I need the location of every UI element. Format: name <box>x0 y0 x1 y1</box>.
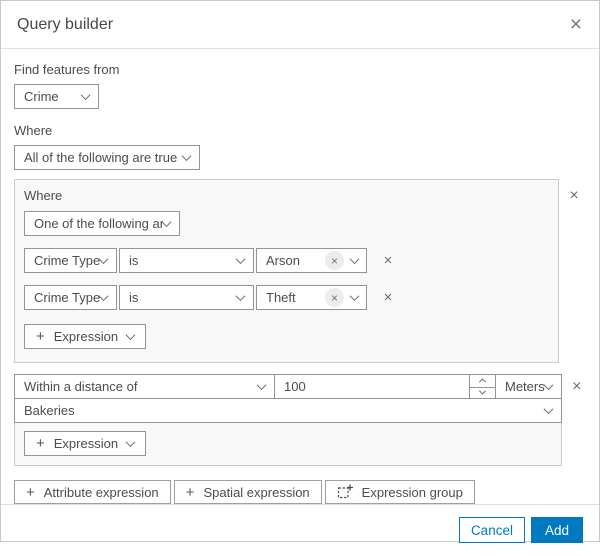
add-expression-label: Expression <box>53 329 119 344</box>
value-select-value: Arson <box>266 253 300 268</box>
remove-expression-icon[interactable]: × <box>374 285 402 310</box>
expression-row-1: Crime Type is Arson × × <box>24 248 549 273</box>
target-layer-row: Bakeries <box>14 398 562 423</box>
query-builder-dialog: Query builder × Find features from Crime… <box>0 0 600 543</box>
add-attribute-expression-button[interactable]: + Attribute expression <box>14 480 171 504</box>
chevron-down-icon <box>235 291 246 302</box>
where-label: Where <box>14 123 53 138</box>
remove-group-icon[interactable]: × <box>559 183 589 208</box>
operator-select[interactable]: is <box>119 285 254 310</box>
combine-operator-select[interactable]: All of the following are true <box>14 145 200 170</box>
value-select[interactable]: Arson × <box>256 248 367 273</box>
plus-icon: + <box>36 328 45 345</box>
expression-actions: + Attribute expression + Spatial express… <box>14 480 589 504</box>
distance-input[interactable] <box>274 374 470 399</box>
expression-group-label: Expression group <box>361 484 463 500</box>
chevron-down-icon <box>349 291 360 302</box>
dialog-body: Find features from Crime Where All of th… <box>1 49 599 504</box>
plus-icon: + <box>26 483 35 501</box>
operator-select[interactable]: is <box>119 248 254 273</box>
plus-icon: + <box>36 435 45 452</box>
chevron-down-icon <box>543 404 554 415</box>
expression-group-icon <box>337 484 353 499</box>
field-select[interactable]: Crime Type <box>24 285 117 310</box>
chevron-down-icon <box>125 437 136 448</box>
chevron-down-icon <box>80 90 91 101</box>
expression-group-1: Where One of the following are tr… Crime… <box>14 179 559 363</box>
field-select-value: Crime Type <box>34 290 100 305</box>
plus-icon: + <box>185 483 195 501</box>
close-icon[interactable]: × <box>570 14 582 35</box>
chevron-up-icon <box>478 378 487 386</box>
spatial-operator-select[interactable]: Within a distance of <box>14 374 275 399</box>
expression-group-2: Within a distance of 100 Meters Bakeries… <box>14 374 562 466</box>
unit-select-value: Meters <box>505 379 545 394</box>
clear-value-icon[interactable]: × <box>325 251 344 270</box>
expression-group-2-row: Within a distance of 100 Meters Bakeries… <box>14 374 589 466</box>
chevron-down-icon <box>161 217 172 228</box>
layer-select-value: Crime <box>24 89 59 104</box>
operator-select-value: is <box>129 290 139 305</box>
unit-select[interactable]: Meters <box>495 374 562 399</box>
dialog-title: Query builder <box>17 15 114 33</box>
target-layer-value: Bakeries <box>24 403 75 418</box>
expression-row-2: Crime Type is Theft × × <box>24 285 549 310</box>
chevron-down-icon <box>125 330 136 341</box>
add-expression-label: Expression <box>53 436 119 451</box>
operator-select-value: is <box>129 253 139 268</box>
dialog-header: Query builder × <box>1 1 599 49</box>
add-expression-group-button[interactable]: Expression group <box>324 480 475 504</box>
dialog-footer: Cancel Add <box>1 504 599 556</box>
spatial-expression-label: Spatial expression <box>203 484 310 500</box>
spatial-operator-value: Within a distance of <box>24 379 138 394</box>
add-expression-button[interactable]: + Expression <box>24 431 147 456</box>
group-where-label: Where <box>24 188 63 203</box>
chevron-down-icon <box>349 254 360 265</box>
spatial-expression-row: Within a distance of 100 Meters <box>14 374 562 399</box>
chevron-down-icon <box>235 254 246 265</box>
field-select[interactable]: Crime Type <box>24 248 117 273</box>
add-button[interactable]: Add <box>530 517 583 543</box>
remove-group-icon[interactable]: × <box>562 374 592 399</box>
chevron-down-icon <box>478 387 487 395</box>
group-operator-value: One of the following are tr… <box>34 216 163 231</box>
attribute-expression-label: Attribute expression <box>43 484 159 500</box>
stepper-down-button[interactable] <box>470 386 495 399</box>
field-select-value: Crime Type <box>34 253 100 268</box>
group-operator-select[interactable]: One of the following are tr… <box>24 211 180 236</box>
chevron-down-icon <box>98 254 109 265</box>
add-spatial-expression-button[interactable]: + Spatial expression <box>173 480 322 504</box>
find-features-label: Find features from <box>14 62 120 77</box>
layer-select[interactable]: Crime <box>14 84 99 109</box>
remove-expression-icon[interactable]: × <box>374 248 402 273</box>
distance-stepper <box>469 374 496 399</box>
target-layer-select[interactable]: Bakeries <box>14 398 562 423</box>
cancel-button[interactable]: Cancel <box>458 517 525 543</box>
clear-value-icon[interactable]: × <box>325 288 344 307</box>
chevron-down-icon <box>543 380 554 391</box>
stepper-up-button[interactable] <box>470 375 495 387</box>
value-select[interactable]: Theft × <box>256 285 367 310</box>
chevron-down-icon <box>256 380 267 391</box>
chevron-down-icon <box>181 151 192 162</box>
value-select-value: Theft <box>266 290 296 305</box>
chevron-down-icon <box>98 291 109 302</box>
add-expression-button[interactable]: + Expression <box>24 324 147 349</box>
combine-operator-value: All of the following are true <box>24 150 178 165</box>
expression-group-1-row: Where One of the following are tr… Crime… <box>14 179 589 363</box>
